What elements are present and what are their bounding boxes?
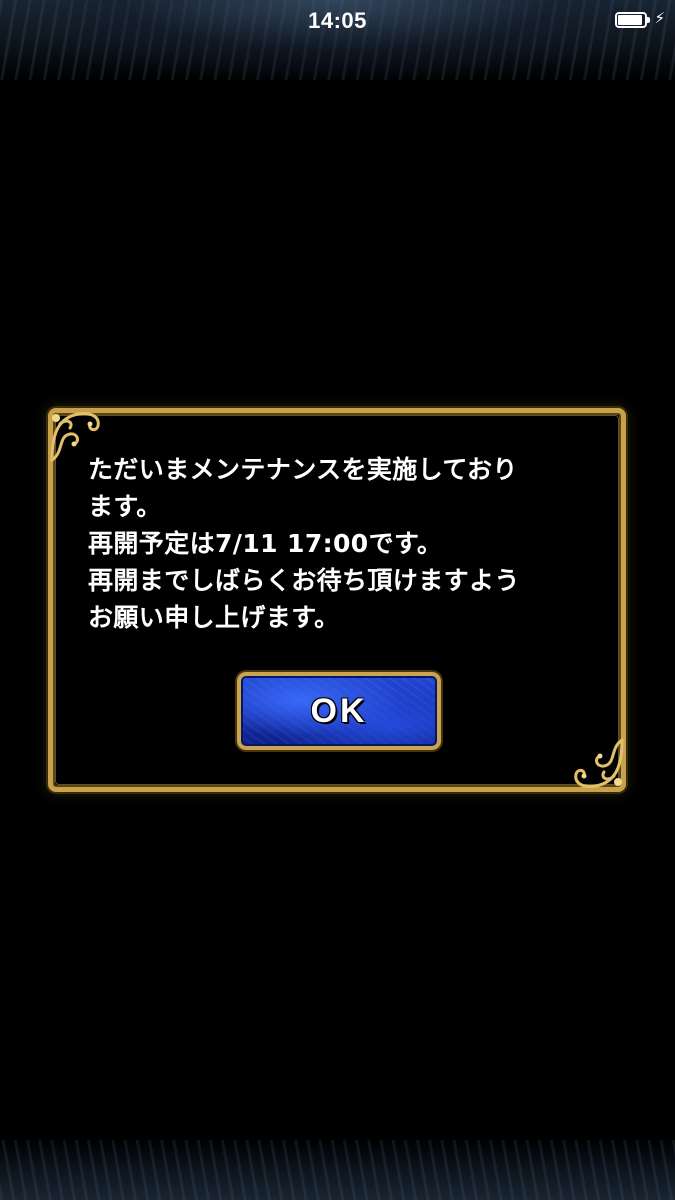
message-line: 再開予定は7/11 17:00です。 [88,529,443,558]
message-line: お願い申し上げます。 [88,603,340,632]
ok-button-label: OK [310,692,368,730]
maintenance-message: ただいまメンテナンスを実施しており ます。 再開予定は7/11 17:00です。… [88,451,598,636]
game-screen: 14:05 ⚡ ただいまメンテナンスを実施しており ます。 再開予定は7/11 … [0,0,675,1200]
maintenance-dialog: ただいまメンテナンスを実施しており ます。 再開予定は7/11 17:00です。… [48,408,626,792]
message-line: ます。 [88,492,162,521]
message-line: 再開までしばらくお待ち頂けますよう [88,566,520,595]
status-bar-time: 14:05 [308,8,367,33]
battery-icon [615,12,651,30]
corner-ornament-icon [574,738,624,788]
charging-bolt-icon: ⚡ [654,9,665,27]
ok-button[interactable]: OK [237,672,441,750]
bottom-decorative-band [0,1140,675,1200]
message-line: ただいまメンテナンスを実施しており [88,455,518,484]
